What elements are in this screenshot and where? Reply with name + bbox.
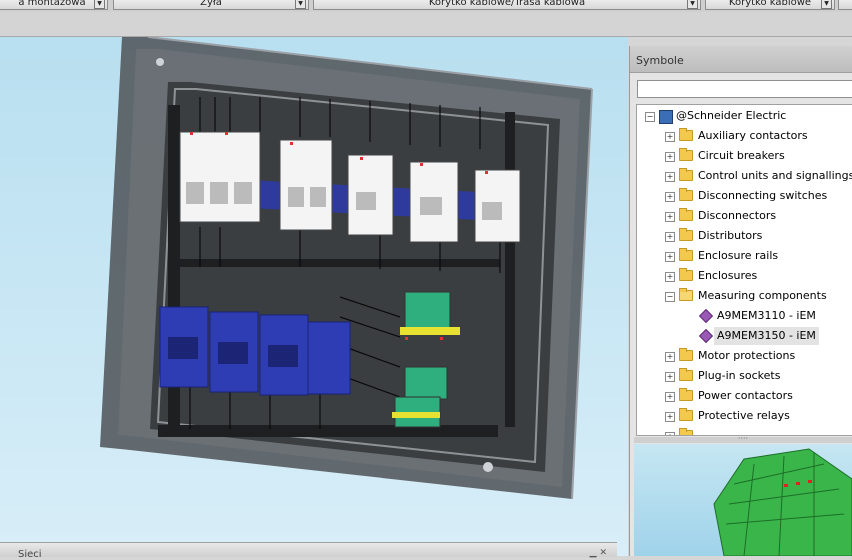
combo-label: Korytko kablowe/Trasa kablowa (428, 0, 586, 8)
combo-label: a montażowa (18, 0, 86, 8)
chevron-down-icon[interactable]: ▼ (94, 0, 105, 9)
plus-box-icon[interactable]: + (665, 252, 675, 262)
tree-item-enclosures[interactable]: + Enclosures (637, 267, 852, 285)
plus-box-icon[interactable]: + (665, 152, 675, 162)
plus-box-icon[interactable]: + (665, 372, 675, 382)
panel-title: Symbole (636, 54, 684, 67)
plus-box-icon[interactable]: + (665, 352, 675, 362)
cable-duct-bottom (158, 425, 498, 437)
panel-header: Symbole (630, 46, 852, 73)
tree-item-label: Motor protections (698, 349, 796, 362)
plus-box-icon[interactable]: + (665, 212, 675, 222)
breaker-1 (179, 131, 261, 223)
tree-item-label: Protective relays (698, 409, 790, 422)
tree-item-auxiliary-contactors[interactable]: + Auxiliary contactors (637, 127, 852, 145)
tree-item-label: Power contactors (698, 389, 793, 402)
chevron-down-icon[interactable]: ▼ (687, 0, 698, 9)
preview-3d-model (713, 448, 852, 556)
tree-item-disconnectors[interactable]: + Disconnectors (637, 207, 852, 225)
enclosure-screw (156, 58, 164, 66)
plus-box-icon[interactable]: + (665, 432, 675, 435)
tree-root[interactable]: − @Schneider Electric (637, 107, 852, 125)
bottom-panel-header: Sieci ▁ ✕ (0, 542, 617, 560)
minus-box-icon[interactable]: − (645, 112, 655, 122)
minus-box-icon[interactable]: − (665, 292, 675, 302)
combo-label: Żyła (200, 0, 222, 8)
plus-box-icon[interactable]: + (665, 192, 675, 202)
tree-item-plug-in-sockets[interactable]: + Plug-in sockets (637, 367, 852, 385)
tree-item-label: Disconnecting switches (698, 189, 828, 202)
folder-icon (679, 368, 693, 381)
tree-item-label: Plug-in sockets (698, 369, 781, 382)
tree-item-label: Circuit breakers (698, 149, 785, 162)
tree-item-disconnecting-switches[interactable]: + Disconnecting switches (637, 187, 852, 205)
combo-cable-tray[interactable]: Korytko kablowe ▼ (705, 0, 835, 10)
folder-icon (679, 248, 693, 261)
library-icon (659, 110, 673, 124)
folder-icon (679, 388, 693, 401)
plus-box-icon[interactable]: + (665, 132, 675, 142)
combo-label: Korytko kablowe (728, 0, 812, 8)
tree-item-label: Enclosure rails (698, 249, 779, 262)
plus-box-icon[interactable]: + (665, 412, 675, 422)
tree-leaf-label-selected: A9MEM3150 - iEM (714, 327, 819, 345)
plus-box-icon[interactable]: + (665, 232, 675, 242)
tree-item-label: Enclosures (698, 269, 758, 282)
folder-icon (679, 228, 693, 241)
tree-leaf-label: A9MEM3110 - iEM (717, 309, 816, 322)
preview-splitter[interactable]: ···· (634, 435, 852, 443)
cable-duct-right (505, 112, 515, 427)
symbol-preview (634, 444, 852, 556)
tree-item-motor-protections[interactable]: + Motor protections (637, 347, 852, 365)
enclosure-3d-model (100, 37, 593, 500)
preview-model-body (713, 448, 852, 556)
folder-icon (679, 348, 693, 361)
tree-leaf-a9mem3110[interactable]: A9MEM3110 - iEM (637, 307, 852, 325)
component-gem-icon (698, 308, 714, 324)
plus-box-icon[interactable]: + (665, 172, 675, 182)
breaker-2 (279, 139, 333, 231)
tree-item-label: Auxiliary contactors (698, 129, 808, 142)
top-combo-bar: a montażowa ▼ Żyła ▼ Korytko kablowe/Tra… (0, 0, 852, 12)
component-gem-icon (698, 328, 714, 344)
plus-box-icon[interactable]: + (665, 392, 675, 402)
contactor-4 (307, 321, 351, 395)
symbol-tree: − @Schneider Electric + Auxiliary contac… (636, 104, 852, 436)
symbol-search-input[interactable] (637, 80, 852, 98)
secondary-toolbar (0, 12, 852, 37)
chevron-down-icon[interactable]: ▼ (821, 0, 832, 9)
folder-icon (679, 168, 693, 181)
tree-item-protective-relays[interactable]: + Protective relays (637, 407, 852, 425)
combo-cable-tray-route[interactable]: Korytko kablowe/Trasa kablowa ▼ (313, 0, 701, 10)
tree-item-label: Disconnectors (698, 209, 777, 222)
folder-icon (679, 428, 693, 435)
tree-item-power-contactors[interactable]: + Power contactors (637, 387, 852, 405)
combo-mounting-plate[interactable]: a montażowa ▼ (0, 0, 108, 10)
tree-item-measuring-components[interactable]: − Measuring components (637, 287, 852, 305)
folder-icon (679, 408, 693, 421)
combo-wire[interactable]: Żyła ▼ (113, 0, 309, 10)
tree-item-circuit-breakers[interactable]: + Circuit breakers (637, 147, 852, 165)
bottom-panel-title: Sieci (18, 549, 42, 560)
panel-window-buttons[interactable]: ▁ ✕ (590, 548, 607, 558)
tree-item-enclosure-rails[interactable]: + Enclosure rails (637, 247, 852, 265)
tree-item-distributors[interactable]: + Distributors (637, 227, 852, 245)
folder-icon (679, 128, 693, 141)
tree-item-label: Distributors (698, 229, 763, 242)
folder-icon (679, 208, 693, 221)
3d-viewport[interactable] (0, 37, 628, 556)
tree-item-label: Control units and signallings (698, 169, 852, 182)
combo-extra[interactable] (838, 0, 852, 10)
chevron-down-icon[interactable]: ▼ (295, 0, 306, 9)
tree-root-label: @Schneider Electric (676, 109, 787, 122)
folder-icon (679, 268, 693, 281)
tree-leaf-a9mem3150[interactable]: A9MEM3150 - iEM (637, 327, 852, 345)
tree-item-label: Measuring components (698, 289, 827, 302)
folder-icon (679, 148, 693, 161)
plus-box-icon[interactable]: + (665, 272, 675, 282)
folder-icon (679, 188, 693, 201)
tree-item-control-units[interactable]: + Control units and signallings (637, 167, 852, 185)
enclosure-screw (483, 462, 493, 472)
folder-open-icon (679, 288, 693, 301)
